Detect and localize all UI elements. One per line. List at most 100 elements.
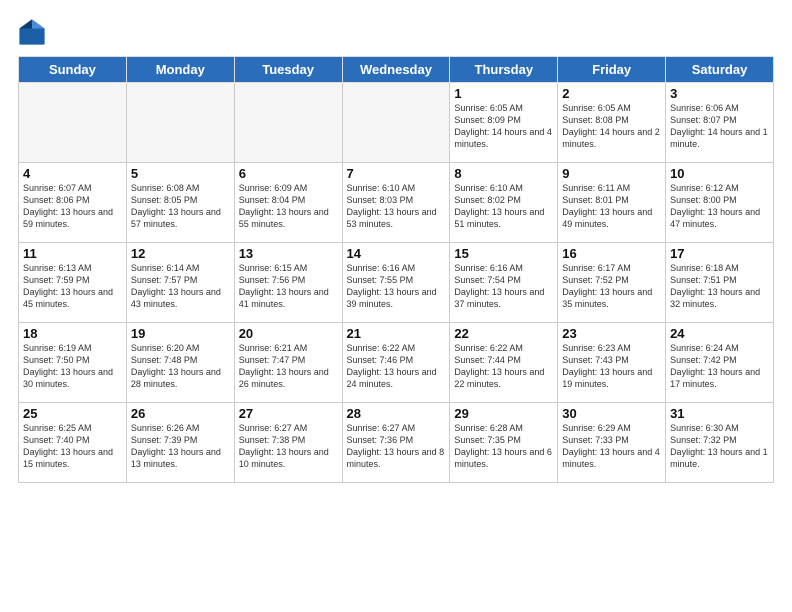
day-info: Sunrise: 6:16 AMSunset: 7:54 PMDaylight:… — [454, 263, 544, 309]
calendar-cell: 28 Sunrise: 6:27 AMSunset: 7:36 PMDaylig… — [342, 403, 450, 483]
day-number: 31 — [670, 406, 769, 421]
day-number: 3 — [670, 86, 769, 101]
day-info: Sunrise: 6:27 AMSunset: 7:38 PMDaylight:… — [239, 423, 329, 469]
calendar-cell: 3 Sunrise: 6:06 AMSunset: 8:07 PMDayligh… — [666, 83, 774, 163]
calendar-cell: 16 Sunrise: 6:17 AMSunset: 7:52 PMDaylig… — [558, 243, 666, 323]
calendar-cell: 29 Sunrise: 6:28 AMSunset: 7:35 PMDaylig… — [450, 403, 558, 483]
day-number: 20 — [239, 326, 338, 341]
calendar-cell — [19, 83, 127, 163]
calendar-cell: 25 Sunrise: 6:25 AMSunset: 7:40 PMDaylig… — [19, 403, 127, 483]
calendar-cell — [234, 83, 342, 163]
day-number: 13 — [239, 246, 338, 261]
day-number: 12 — [131, 246, 230, 261]
calendar-cell: 21 Sunrise: 6:22 AMSunset: 7:46 PMDaylig… — [342, 323, 450, 403]
calendar-cell: 20 Sunrise: 6:21 AMSunset: 7:47 PMDaylig… — [234, 323, 342, 403]
calendar-cell: 7 Sunrise: 6:10 AMSunset: 8:03 PMDayligh… — [342, 163, 450, 243]
calendar-cell: 6 Sunrise: 6:09 AMSunset: 8:04 PMDayligh… — [234, 163, 342, 243]
day-info: Sunrise: 6:21 AMSunset: 7:47 PMDaylight:… — [239, 343, 329, 389]
day-number: 30 — [562, 406, 661, 421]
day-info: Sunrise: 6:17 AMSunset: 7:52 PMDaylight:… — [562, 263, 652, 309]
day-number: 7 — [347, 166, 446, 181]
calendar-cell: 2 Sunrise: 6:05 AMSunset: 8:08 PMDayligh… — [558, 83, 666, 163]
day-number: 14 — [347, 246, 446, 261]
calendar-cell: 4 Sunrise: 6:07 AMSunset: 8:06 PMDayligh… — [19, 163, 127, 243]
calendar-week-0: 1 Sunrise: 6:05 AMSunset: 8:09 PMDayligh… — [19, 83, 774, 163]
calendar-cell: 12 Sunrise: 6:14 AMSunset: 7:57 PMDaylig… — [126, 243, 234, 323]
day-number: 17 — [670, 246, 769, 261]
day-info: Sunrise: 6:06 AMSunset: 8:07 PMDaylight:… — [670, 103, 768, 149]
day-info: Sunrise: 6:22 AMSunset: 7:44 PMDaylight:… — [454, 343, 544, 389]
day-number: 22 — [454, 326, 553, 341]
day-info: Sunrise: 6:07 AMSunset: 8:06 PMDaylight:… — [23, 183, 113, 229]
calendar-cell: 11 Sunrise: 6:13 AMSunset: 7:59 PMDaylig… — [19, 243, 127, 323]
calendar-cell: 17 Sunrise: 6:18 AMSunset: 7:51 PMDaylig… — [666, 243, 774, 323]
day-number: 26 — [131, 406, 230, 421]
calendar-cell: 5 Sunrise: 6:08 AMSunset: 8:05 PMDayligh… — [126, 163, 234, 243]
day-info: Sunrise: 6:10 AMSunset: 8:03 PMDaylight:… — [347, 183, 437, 229]
calendar-cell: 9 Sunrise: 6:11 AMSunset: 8:01 PMDayligh… — [558, 163, 666, 243]
day-number: 25 — [23, 406, 122, 421]
calendar-cell: 24 Sunrise: 6:24 AMSunset: 7:42 PMDaylig… — [666, 323, 774, 403]
day-info: Sunrise: 6:05 AMSunset: 8:09 PMDaylight:… — [454, 103, 552, 149]
calendar-cell: 26 Sunrise: 6:26 AMSunset: 7:39 PMDaylig… — [126, 403, 234, 483]
calendar-cell: 22 Sunrise: 6:22 AMSunset: 7:44 PMDaylig… — [450, 323, 558, 403]
page: SundayMondayTuesdayWednesdayThursdayFrid… — [0, 0, 792, 612]
day-info: Sunrise: 6:12 AMSunset: 8:00 PMDaylight:… — [670, 183, 760, 229]
day-info: Sunrise: 6:28 AMSunset: 7:35 PMDaylight:… — [454, 423, 552, 469]
calendar-week-2: 11 Sunrise: 6:13 AMSunset: 7:59 PMDaylig… — [19, 243, 774, 323]
calendar-header-saturday: Saturday — [666, 57, 774, 83]
calendar-header-sunday: Sunday — [19, 57, 127, 83]
calendar-week-1: 4 Sunrise: 6:07 AMSunset: 8:06 PMDayligh… — [19, 163, 774, 243]
calendar-header-monday: Monday — [126, 57, 234, 83]
day-info: Sunrise: 6:22 AMSunset: 7:46 PMDaylight:… — [347, 343, 437, 389]
calendar-cell: 15 Sunrise: 6:16 AMSunset: 7:54 PMDaylig… — [450, 243, 558, 323]
calendar-cell: 27 Sunrise: 6:27 AMSunset: 7:38 PMDaylig… — [234, 403, 342, 483]
day-info: Sunrise: 6:18 AMSunset: 7:51 PMDaylight:… — [670, 263, 760, 309]
day-info: Sunrise: 6:16 AMSunset: 7:55 PMDaylight:… — [347, 263, 437, 309]
calendar-header-tuesday: Tuesday — [234, 57, 342, 83]
day-info: Sunrise: 6:27 AMSunset: 7:36 PMDaylight:… — [347, 423, 445, 469]
day-number: 4 — [23, 166, 122, 181]
calendar-cell: 19 Sunrise: 6:20 AMSunset: 7:48 PMDaylig… — [126, 323, 234, 403]
calendar-header-thursday: Thursday — [450, 57, 558, 83]
calendar-cell: 18 Sunrise: 6:19 AMSunset: 7:50 PMDaylig… — [19, 323, 127, 403]
day-number: 21 — [347, 326, 446, 341]
calendar-cell: 1 Sunrise: 6:05 AMSunset: 8:09 PMDayligh… — [450, 83, 558, 163]
day-number: 10 — [670, 166, 769, 181]
day-number: 19 — [131, 326, 230, 341]
day-info: Sunrise: 6:30 AMSunset: 7:32 PMDaylight:… — [670, 423, 768, 469]
calendar-cell: 10 Sunrise: 6:12 AMSunset: 8:00 PMDaylig… — [666, 163, 774, 243]
day-info: Sunrise: 6:24 AMSunset: 7:42 PMDaylight:… — [670, 343, 760, 389]
day-info: Sunrise: 6:19 AMSunset: 7:50 PMDaylight:… — [23, 343, 113, 389]
day-info: Sunrise: 6:14 AMSunset: 7:57 PMDaylight:… — [131, 263, 221, 309]
calendar-cell: 14 Sunrise: 6:16 AMSunset: 7:55 PMDaylig… — [342, 243, 450, 323]
day-info: Sunrise: 6:25 AMSunset: 7:40 PMDaylight:… — [23, 423, 113, 469]
day-number: 5 — [131, 166, 230, 181]
calendar-header-friday: Friday — [558, 57, 666, 83]
day-info: Sunrise: 6:10 AMSunset: 8:02 PMDaylight:… — [454, 183, 544, 229]
day-info: Sunrise: 6:05 AMSunset: 8:08 PMDaylight:… — [562, 103, 660, 149]
calendar-cell: 31 Sunrise: 6:30 AMSunset: 7:32 PMDaylig… — [666, 403, 774, 483]
day-info: Sunrise: 6:08 AMSunset: 8:05 PMDaylight:… — [131, 183, 221, 229]
calendar-cell — [126, 83, 234, 163]
calendar-cell: 30 Sunrise: 6:29 AMSunset: 7:33 PMDaylig… — [558, 403, 666, 483]
calendar-cell: 23 Sunrise: 6:23 AMSunset: 7:43 PMDaylig… — [558, 323, 666, 403]
day-number: 1 — [454, 86, 553, 101]
day-number: 24 — [670, 326, 769, 341]
day-number: 18 — [23, 326, 122, 341]
day-info: Sunrise: 6:11 AMSunset: 8:01 PMDaylight:… — [562, 183, 652, 229]
day-number: 2 — [562, 86, 661, 101]
calendar-header-wednesday: Wednesday — [342, 57, 450, 83]
day-number: 28 — [347, 406, 446, 421]
day-number: 16 — [562, 246, 661, 261]
calendar-week-4: 25 Sunrise: 6:25 AMSunset: 7:40 PMDaylig… — [19, 403, 774, 483]
day-number: 9 — [562, 166, 661, 181]
day-number: 8 — [454, 166, 553, 181]
day-info: Sunrise: 6:13 AMSunset: 7:59 PMDaylight:… — [23, 263, 113, 309]
logo — [18, 18, 50, 46]
day-number: 6 — [239, 166, 338, 181]
calendar-cell — [342, 83, 450, 163]
day-info: Sunrise: 6:23 AMSunset: 7:43 PMDaylight:… — [562, 343, 652, 389]
day-info: Sunrise: 6:20 AMSunset: 7:48 PMDaylight:… — [131, 343, 221, 389]
day-number: 15 — [454, 246, 553, 261]
